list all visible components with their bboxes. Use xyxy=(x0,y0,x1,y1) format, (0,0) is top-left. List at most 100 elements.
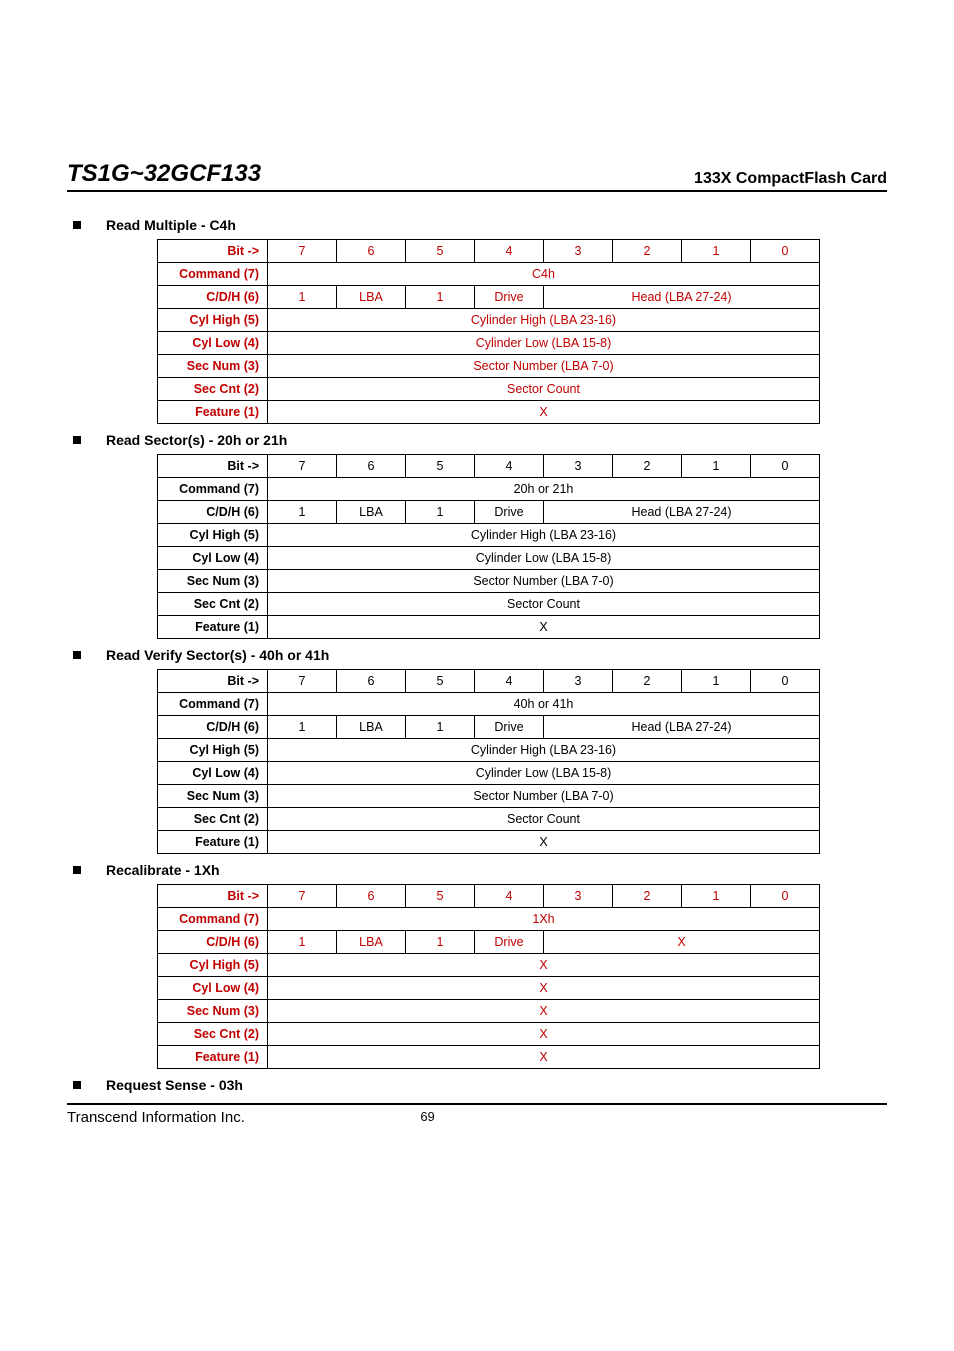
command-value: C4h xyxy=(268,263,820,286)
span-value: X xyxy=(268,977,820,1000)
section: Recalibrate - 1Xh Bit ->76543210Command (… xyxy=(67,862,887,1069)
section: Read Multiple - C4hBit ->76543210Command… xyxy=(67,217,887,424)
command-value: 20h or 21h xyxy=(268,478,820,501)
bit-header: 3 xyxy=(544,670,613,693)
row-label: Sec Cnt (2) xyxy=(158,808,268,831)
cdh-tail: Head (LBA 27-24) xyxy=(544,501,820,524)
cdh-tail: Head (LBA 27-24) xyxy=(544,286,820,309)
row-label: Cyl Low (4) xyxy=(158,977,268,1000)
cdh-cell: Drive xyxy=(475,716,544,739)
register-table: Bit ->76543210Command (7)1XhC/D/H (6)1LB… xyxy=(157,884,820,1069)
cdh-cell: LBA xyxy=(337,286,406,309)
command-value: 1Xh xyxy=(268,908,820,931)
bit-header: 2 xyxy=(613,885,682,908)
row-label: Cyl Low (4) xyxy=(158,332,268,355)
page: TS1G~32GCF133 133X CompactFlash Card Rea… xyxy=(67,60,887,1126)
product-name: TS1G~32GCF133 xyxy=(67,160,261,188)
row-label: Feature (1) xyxy=(158,1046,268,1069)
bit-header: 0 xyxy=(751,455,820,478)
register-table: Bit ->76543210Command (7)40h or 41hC/D/H… xyxy=(157,669,820,854)
bit-header: 6 xyxy=(337,240,406,263)
span-value: X xyxy=(268,1046,820,1069)
span-value: X xyxy=(268,1023,820,1046)
bit-header: 5 xyxy=(406,240,475,263)
bit-header: 3 xyxy=(544,240,613,263)
span-value: Sector Count xyxy=(268,593,820,616)
span-value: X xyxy=(268,616,820,639)
row-label: Sec Num (3) xyxy=(158,570,268,593)
cdh-cell: 1 xyxy=(406,501,475,524)
row-label: Bit -> xyxy=(158,455,268,478)
bit-header: 4 xyxy=(475,670,544,693)
cdh-cell: Drive xyxy=(475,501,544,524)
cdh-cell: 1 xyxy=(406,931,475,954)
section-title: Read Sector(s) - 20h or 21h xyxy=(67,432,887,448)
span-value: Cylinder High (LBA 23-16) xyxy=(268,309,820,332)
row-label: Cyl High (5) xyxy=(158,309,268,332)
bit-header: 5 xyxy=(406,885,475,908)
cdh-cell: 1 xyxy=(268,931,337,954)
row-label: Sec Cnt (2) xyxy=(158,378,268,401)
cdh-tail: X xyxy=(544,931,820,954)
row-label: Feature (1) xyxy=(158,616,268,639)
row-label: Feature (1) xyxy=(158,831,268,854)
section: Read Verify Sector(s) - 40h or 41h Bit ->… xyxy=(67,647,887,854)
bit-header: 5 xyxy=(406,670,475,693)
bullet-icon xyxy=(73,436,81,444)
section-title: Read Verify Sector(s) - 40h or 41h xyxy=(67,647,887,663)
footer: Transcend Information Inc. 69 xyxy=(67,1103,887,1126)
row-label: Cyl High (5) xyxy=(158,954,268,977)
cdh-cell: 1 xyxy=(406,716,475,739)
span-value: X xyxy=(268,831,820,854)
bullet-icon xyxy=(73,221,81,229)
command-value: 40h or 41h xyxy=(268,693,820,716)
bit-header: 0 xyxy=(751,670,820,693)
bit-header: 6 xyxy=(337,670,406,693)
row-label: Cyl Low (4) xyxy=(158,762,268,785)
row-label: Bit -> xyxy=(158,670,268,693)
cdh-cell: LBA xyxy=(337,931,406,954)
register-table: Bit ->76543210Command (7)C4hC/D/H (6)1LB… xyxy=(157,239,820,424)
section-title: Recalibrate - 1Xh xyxy=(67,862,887,878)
bit-header: 6 xyxy=(337,455,406,478)
row-label: Sec Cnt (2) xyxy=(158,1023,268,1046)
cdh-cell: Drive xyxy=(475,286,544,309)
cdh-cell: 1 xyxy=(268,286,337,309)
span-value: Sector Number (LBA 7-0) xyxy=(268,570,820,593)
bit-header: 2 xyxy=(613,670,682,693)
bit-header: 5 xyxy=(406,455,475,478)
bullet-icon xyxy=(73,651,81,659)
row-label: C/D/H (6) xyxy=(158,716,268,739)
bullet-icon xyxy=(73,1081,81,1089)
header: TS1G~32GCF133 133X CompactFlash Card xyxy=(67,160,887,192)
span-value: X xyxy=(268,954,820,977)
row-label: Cyl Low (4) xyxy=(158,547,268,570)
bit-header: 0 xyxy=(751,240,820,263)
row-label: C/D/H (6) xyxy=(158,501,268,524)
span-value: Sector Number (LBA 7-0) xyxy=(268,355,820,378)
span-value: Cylinder Low (LBA 15-8) xyxy=(268,762,820,785)
bit-header: 1 xyxy=(682,240,751,263)
bit-header: 4 xyxy=(475,885,544,908)
bit-header: 7 xyxy=(268,885,337,908)
section-title-label: Request Sense - 03h xyxy=(106,1077,243,1093)
bit-header: 1 xyxy=(682,885,751,908)
span-value: Cylinder Low (LBA 15-8) xyxy=(268,547,820,570)
span-value: Sector Number (LBA 7-0) xyxy=(268,785,820,808)
row-label: Feature (1) xyxy=(158,401,268,424)
row-label: Command (7) xyxy=(158,263,268,286)
bullet-icon xyxy=(73,866,81,874)
bit-header: 7 xyxy=(268,240,337,263)
bit-header: 3 xyxy=(544,885,613,908)
bit-header: 3 xyxy=(544,455,613,478)
bit-header: 7 xyxy=(268,670,337,693)
row-label: Cyl High (5) xyxy=(158,739,268,762)
section-title-label: Read Sector(s) - 20h or 21h xyxy=(106,432,287,448)
row-label: Command (7) xyxy=(158,478,268,501)
row-label: Bit -> xyxy=(158,240,268,263)
bit-header: 0 xyxy=(751,885,820,908)
section-title: Read Multiple - C4h xyxy=(67,217,887,233)
cdh-cell: 1 xyxy=(406,286,475,309)
span-value: Sector Count xyxy=(268,808,820,831)
span-value: X xyxy=(268,401,820,424)
